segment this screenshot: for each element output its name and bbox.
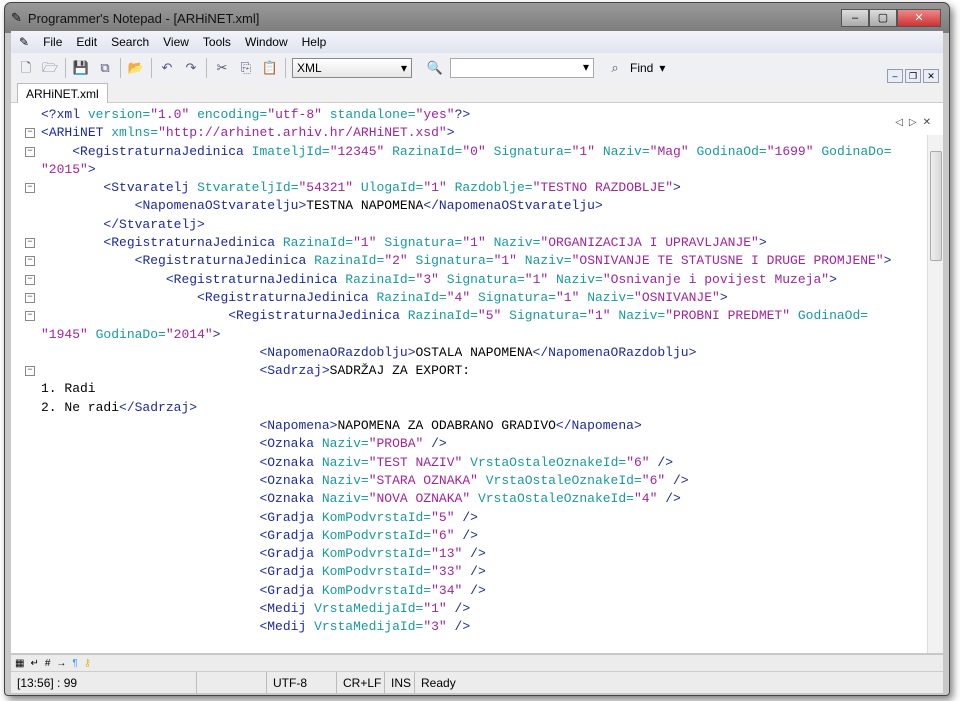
- code-line[interactable]: <NapomenaORazdoblju>OSTALA NAPOMENA</Nap…: [41, 344, 892, 362]
- new-file-icon[interactable]: 🗋: [17, 59, 35, 77]
- find-dropdown-icon[interactable]: ▾: [659, 61, 665, 75]
- open-file-icon[interactable]: 🗁: [41, 59, 59, 77]
- line-numbers-icon[interactable]: #: [45, 658, 51, 669]
- menu-search[interactable]: Search: [111, 35, 149, 49]
- child-close-button[interactable]: ✕: [923, 69, 939, 83]
- minimize-button[interactable]: –: [841, 9, 869, 27]
- menu-window[interactable]: Window: [245, 35, 288, 49]
- fold-toggle-icon[interactable]: −: [25, 238, 35, 249]
- code-line[interactable]: <Medij VrstaMedijaId="3" />: [41, 618, 892, 636]
- maximize-button[interactable]: ▢: [869, 9, 897, 27]
- menu-tools[interactable]: Tools: [203, 35, 231, 49]
- close-button[interactable]: ✕: [897, 9, 941, 27]
- fold-toggle-icon[interactable]: −: [25, 183, 35, 194]
- menu-icon: ✎: [19, 35, 30, 49]
- find-input[interactable]: [450, 58, 594, 78]
- window-title: Programmer's Notepad - [ARHiNET.xml]: [27, 10, 260, 26]
- find-in-files-icon[interactable]: 🔍: [426, 59, 444, 77]
- scheme-select[interactable]: XML: [292, 58, 412, 78]
- color-icon[interactable]: ▦: [15, 658, 24, 669]
- status-bar: [13:56] : 99 UTF-8 CR+LF INS Ready: [11, 671, 943, 693]
- redo-icon[interactable]: ↷: [182, 59, 200, 77]
- pilcrow-icon[interactable]: ¶: [72, 658, 77, 669]
- menu-help[interactable]: Help: [302, 35, 327, 49]
- code-editor[interactable]: ◁▷✕ <?xml version="1.0" encoding="utf-8"…: [11, 103, 943, 653]
- word-wrap-icon[interactable]: ↵: [30, 658, 38, 669]
- menu-view[interactable]: View: [163, 35, 189, 49]
- binoculars-icon: ⌕: [611, 60, 619, 75]
- toolbar: 🗋 🗁 💾 ⧉ 📂 ↶ ↷ ✂ ⎘ 📋 XML 🔍 ⌕ Find ▾: [11, 53, 943, 83]
- code-line[interactable]: <Oznaka Naziv="NOVA OZNAKA" VrstaOstaleO…: [41, 490, 892, 508]
- code-line[interactable]: <Oznaka Naziv="PROBA" />: [41, 435, 892, 453]
- code-line[interactable]: − <RegistraturnaJedinica RazinaId="5" Si…: [25, 307, 892, 325]
- code-line[interactable]: − <RegistraturnaJedinica RazinaId="2" Si…: [25, 252, 892, 270]
- fold-toggle-icon[interactable]: −: [25, 128, 35, 139]
- code-line[interactable]: − <RegistraturnaJedinica RazinaId="3" Si…: [25, 271, 892, 289]
- code-line[interactable]: <Oznaka Naziv="STARA OZNAKA" VrstaOstale…: [41, 472, 892, 490]
- code-line[interactable]: 2. Ne radi</Sadrzaj>: [41, 399, 892, 417]
- undo-icon[interactable]: ↶: [158, 59, 176, 77]
- status-mode: INS: [385, 672, 415, 693]
- fold-toggle-icon[interactable]: −: [25, 292, 35, 303]
- tab-close-icon[interactable]: ✕: [923, 117, 937, 128]
- fold-toggle-icon[interactable]: −: [25, 366, 35, 377]
- copy-icon[interactable]: ⎘: [237, 59, 255, 77]
- tab-arhinet-xml[interactable]: ARHiNET.xml: [17, 83, 108, 104]
- code-line[interactable]: − <ARHiNET xmlns="http://arhinet.arhiv.hr…: [25, 124, 892, 142]
- code-content[interactable]: <?xml version="1.0" encoding="utf-8" sta…: [25, 106, 892, 637]
- status-blank: [197, 672, 267, 693]
- code-line[interactable]: <Gradja KomPodvrstaId="34" />: [41, 582, 892, 600]
- find-button[interactable]: Find: [630, 61, 653, 75]
- save-all-icon[interactable]: ⧉: [96, 59, 114, 77]
- tab-prev-icon[interactable]: ◁: [895, 117, 909, 128]
- status-message: Ready: [421, 676, 456, 690]
- code-line[interactable]: <Napomena>NAPOMENA ZA ODABRANO GRADIVO</…: [41, 417, 892, 435]
- vertical-scrollbar[interactable]: [927, 135, 943, 653]
- code-line[interactable]: <Oznaka Naziv="TEST NAZIV" VrstaOstaleOz…: [41, 454, 892, 472]
- code-line[interactable]: <Gradja KomPodvrstaId="6" />: [41, 527, 892, 545]
- code-line[interactable]: <?xml version="1.0" encoding="utf-8" sta…: [41, 106, 892, 124]
- code-line[interactable]: − <Sadrzaj>SADRŽAJ ZA EXPORT:: [25, 362, 892, 380]
- child-restore-button[interactable]: ❐: [905, 69, 921, 83]
- whitespace-icon[interactable]: →: [56, 658, 66, 669]
- code-line[interactable]: <Gradja KomPodvrstaId="5" />: [41, 509, 892, 527]
- paste-icon[interactable]: 📋: [261, 59, 279, 77]
- status-position: [13:56] : 99: [11, 672, 197, 693]
- title-bar: ✎ Programmer's Notepad - [ARHiNET.xml]: [11, 8, 259, 28]
- code-line[interactable]: <Gradja KomPodvrstaId="33" />: [41, 563, 892, 581]
- cut-icon[interactable]: ✂: [213, 59, 231, 77]
- code-line[interactable]: − <RegistraturnaJedinica ImateljId="1234…: [25, 143, 892, 161]
- fold-toggle-icon[interactable]: −: [25, 274, 35, 285]
- edit-toolbar: ▦ ↵ # → ¶ ⚷: [11, 655, 943, 671]
- key-icon[interactable]: ⚷: [84, 658, 91, 669]
- open-folder-icon[interactable]: 📂: [127, 59, 145, 77]
- code-line[interactable]: "2015">: [41, 161, 892, 179]
- tab-next-icon[interactable]: ▷: [909, 117, 923, 128]
- app-window: ✎ Programmer's Notepad - [ARHiNET.xml] –…: [4, 2, 950, 696]
- fold-toggle-icon[interactable]: −: [25, 311, 35, 322]
- menu-file[interactable]: File: [43, 35, 62, 49]
- child-minimize-button[interactable]: –: [887, 69, 903, 83]
- code-line[interactable]: − <Stvaratelj StvarateljId="54321" Uloga…: [25, 179, 892, 197]
- menu-edit[interactable]: Edit: [76, 35, 97, 49]
- save-icon[interactable]: 💾: [72, 59, 90, 77]
- code-line[interactable]: 1. Radi: [41, 380, 892, 398]
- tab-bar: ARHiNET.xml: [11, 83, 943, 104]
- scrollbar-thumb[interactable]: [930, 151, 942, 261]
- status-encoding: UTF-8: [267, 672, 337, 693]
- fold-toggle-icon[interactable]: −: [25, 256, 35, 267]
- code-line[interactable]: <Gradja KomPodvrstaId="13" />: [41, 545, 892, 563]
- code-line[interactable]: </Stvaratelj>: [41, 216, 892, 234]
- status-line-endings: CR+LF: [337, 672, 385, 693]
- code-line[interactable]: − <RegistraturnaJedinica RazinaId="4" Si…: [25, 289, 892, 307]
- menu-bar: ✎ File Edit Search View Tools Window Hel…: [11, 31, 943, 53]
- code-line[interactable]: "1945" GodinaDo="2014">: [41, 326, 892, 344]
- code-line[interactable]: − <RegistraturnaJedinica RazinaId="1" Si…: [25, 234, 892, 252]
- fold-toggle-icon[interactable]: −: [25, 146, 35, 157]
- app-icon: ✎: [11, 10, 22, 25]
- code-line[interactable]: <NapomenaOStvaratelju>TESTNA NAPOMENA</N…: [41, 197, 892, 215]
- code-line[interactable]: <Medij VrstaMedijaId="1" />: [41, 600, 892, 618]
